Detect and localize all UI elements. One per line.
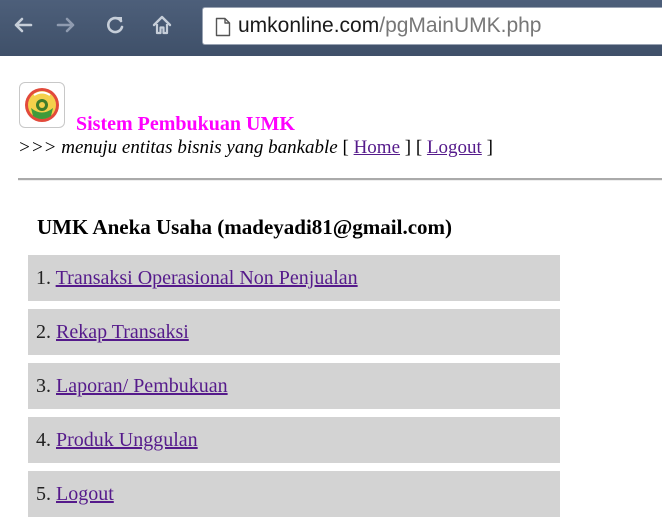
org-label: UMK Aneka Usaha (madeyadi81@gmail.com) <box>37 215 453 239</box>
menu-item-number: 2. <box>36 321 51 343</box>
menu-item-number: 5. <box>36 483 51 505</box>
menu-item-produk: 4. Produk Unggulan <box>28 417 560 463</box>
umk-logo-icon <box>25 88 59 122</box>
menu-item-number: 4. <box>36 429 51 451</box>
site-title: Sistem Pembukuan UMK <box>76 113 295 135</box>
menu-item-rekap: 2. Rekap Transaksi <box>28 309 560 355</box>
page-icon <box>215 17 231 37</box>
back-arrow-icon <box>14 17 33 33</box>
forward-button[interactable] <box>52 11 80 39</box>
url-host: umkonline.com <box>238 14 380 37</box>
menu-item-number: 3. <box>36 375 51 397</box>
site-logo <box>19 82 65 128</box>
browser-toolbar: umkonline.com/pgMainUMK.php <box>0 0 662 56</box>
divider <box>18 178 662 181</box>
home-link[interactable]: Home <box>354 137 400 158</box>
menu-link-produk[interactable]: Produk Unggulan <box>56 429 198 451</box>
forward-arrow-icon <box>56 17 75 33</box>
tagline-line: >>> menuju entitas bisnis yang bankable … <box>18 137 493 158</box>
menu-link-transaksi[interactable]: Transaksi Operasional Non Penjualan <box>56 267 358 289</box>
tagline: >>> menuju entitas bisnis yang bankable <box>18 137 338 158</box>
url-path: /pgMainUMK.php <box>379 14 542 37</box>
menu-link-logout[interactable]: Logout <box>56 483 114 505</box>
logout-link[interactable]: Logout <box>427 137 482 158</box>
menu-item-number: 1. <box>36 267 51 289</box>
home-icon <box>152 15 172 35</box>
address-bar[interactable]: umkonline.com/pgMainUMK.php <box>202 7 662 45</box>
tagline-prefix: >>> <box>18 137 57 158</box>
menu-link-rekap[interactable]: Rekap Transaksi <box>56 321 189 343</box>
back-button[interactable] <box>9 11 37 39</box>
reload-button[interactable] <box>101 11 129 39</box>
menu-item-transaksi: 1. Transaksi Operasional Non Penjualan <box>28 255 560 301</box>
url-text: umkonline.com/pgMainUMK.php <box>238 13 541 39</box>
menu-item-logout: 5. Logout <box>28 471 560 517</box>
menu-link-laporan[interactable]: Laporan/ Pembukuan <box>56 375 228 397</box>
tagline-text: menuju entitas bisnis yang bankable <box>61 137 338 158</box>
home-button[interactable] <box>148 11 176 39</box>
reload-icon <box>107 16 124 34</box>
menu-item-laporan: 3. Laporan/ Pembukuan <box>28 363 560 409</box>
